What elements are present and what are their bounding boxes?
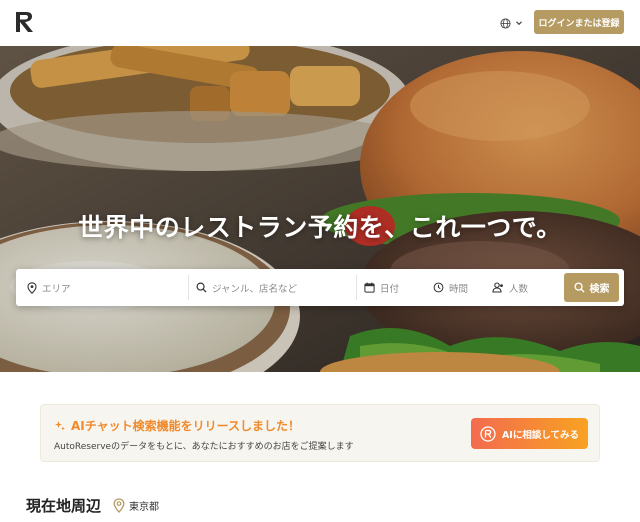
current-location[interactable]: 東京都 [113, 497, 160, 513]
location-pin-icon [113, 497, 125, 513]
globe-icon [500, 17, 511, 29]
date-label: 日付 [380, 283, 400, 295]
area-placeholder: エリア [42, 283, 71, 295]
restaurant-search-bar: エリア ジャンル、店名など 日付 時間 人数 検索 [16, 269, 624, 306]
ai-logo-icon [480, 425, 496, 442]
divider [356, 275, 357, 300]
person-icon [492, 282, 503, 293]
nearby-section-header: 現在地周辺 東京都 [26, 493, 159, 517]
date-field[interactable]: 日付 [364, 269, 424, 306]
banner-title: AIチャット検索機能をリリースしました！ [71, 419, 301, 433]
keyword-field[interactable]: ジャンル、店名など [196, 269, 356, 306]
hero-section: 世界中のレストラン予約を、これ一つで。 エリア ジャンル、店名など 日付 時間 … [0, 46, 640, 372]
location-pin-icon [27, 281, 37, 294]
chevron-down-icon [516, 21, 522, 26]
sparkle-icon [55, 420, 65, 430]
area-field[interactable]: エリア [27, 269, 192, 306]
location-name: 東京都 [129, 501, 160, 513]
ai-chat-banner: AIチャット検索機能をリリースしました！ AutoReserveのデータをもとに… [40, 404, 600, 462]
keyword-placeholder: ジャンル、店名など [212, 283, 298, 295]
search-button[interactable]: 検索 [564, 273, 619, 302]
language-selector[interactable] [500, 14, 523, 32]
ai-consult-button[interactable]: AIに相談してみる [471, 418, 588, 449]
banner-description: AutoReserveのデータをもとに、あなたにおすすめのお店をご提案します [54, 442, 354, 452]
autoreserve-logo[interactable] [14, 10, 36, 34]
clock-icon [433, 282, 444, 293]
search-icon [573, 282, 585, 293]
hero-title: 世界中のレストラン予約を、これ一つで。 [78, 213, 562, 242]
ai-consult-button-label: AIに相談してみる [501, 429, 580, 441]
calendar-icon [364, 282, 375, 293]
people-label: 人数 [509, 283, 529, 295]
section-title: 現在地周辺 [26, 496, 102, 515]
people-field[interactable]: 人数 [492, 269, 552, 306]
time-label: 時間 [449, 283, 469, 295]
time-field[interactable]: 時間 [433, 269, 491, 306]
top-header: ログインまたは登録 [0, 0, 640, 46]
search-button-label: 検索 [589, 284, 610, 295]
divider [188, 275, 189, 300]
search-icon [196, 282, 207, 293]
login-register-button[interactable]: ログインまたは登録 [534, 10, 624, 34]
banner-title-row: AIチャット検索機能をリリースしました！ [54, 417, 300, 434]
